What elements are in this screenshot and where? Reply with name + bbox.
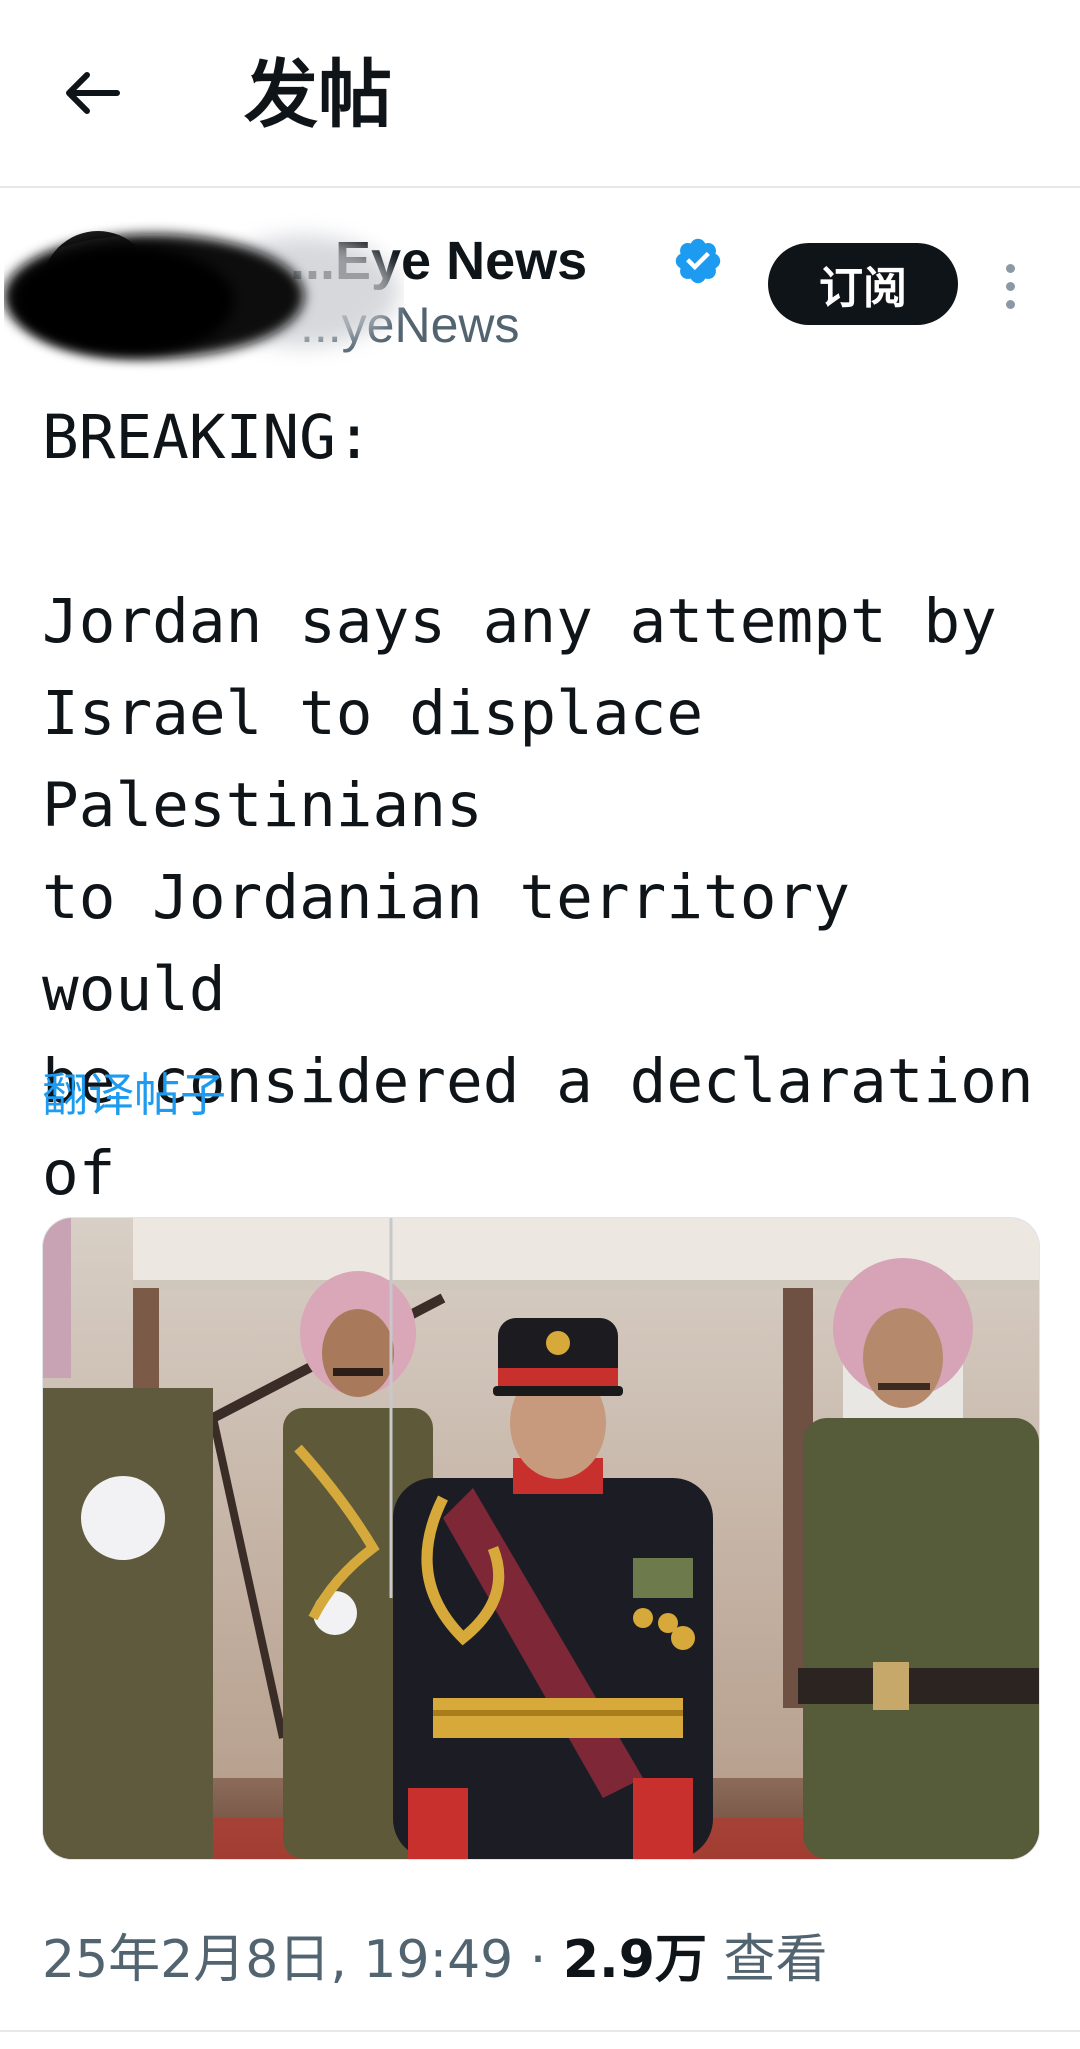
back-button[interactable] xyxy=(58,58,128,128)
post-text: BREAKING: Jordan says any attempt by Isr… xyxy=(42,402,1034,1301)
post-image[interactable] xyxy=(42,1217,1040,1860)
arrow-left-icon xyxy=(66,72,120,114)
page-title: 发帖 xyxy=(244,52,392,138)
meta-separator: · xyxy=(513,1930,563,1990)
views-label: 查看 xyxy=(706,1930,828,1990)
verified-badge-icon xyxy=(675,238,721,284)
post-author-row: ...Eye News ...yeNews 订阅 xyxy=(0,205,1080,385)
redaction-scribble xyxy=(4,234,399,358)
post-timestamp: 25年2月8日, 19:49 xyxy=(42,1930,514,1990)
subscribe-button[interactable]: 订阅 xyxy=(768,243,958,325)
top-bar: 发帖 xyxy=(0,0,1080,188)
views-count: 2.9万 xyxy=(562,1930,707,1990)
more-vertical-icon xyxy=(1005,263,1015,273)
post-meta: 25年2月8日, 19:49 · 2.9万 查看 xyxy=(42,1920,828,2000)
more-options-button[interactable] xyxy=(990,251,1030,321)
divider xyxy=(0,2030,1080,2032)
translate-post-link[interactable]: 翻译帖子 xyxy=(42,1062,226,1128)
photo-illustration xyxy=(43,1218,1039,1859)
